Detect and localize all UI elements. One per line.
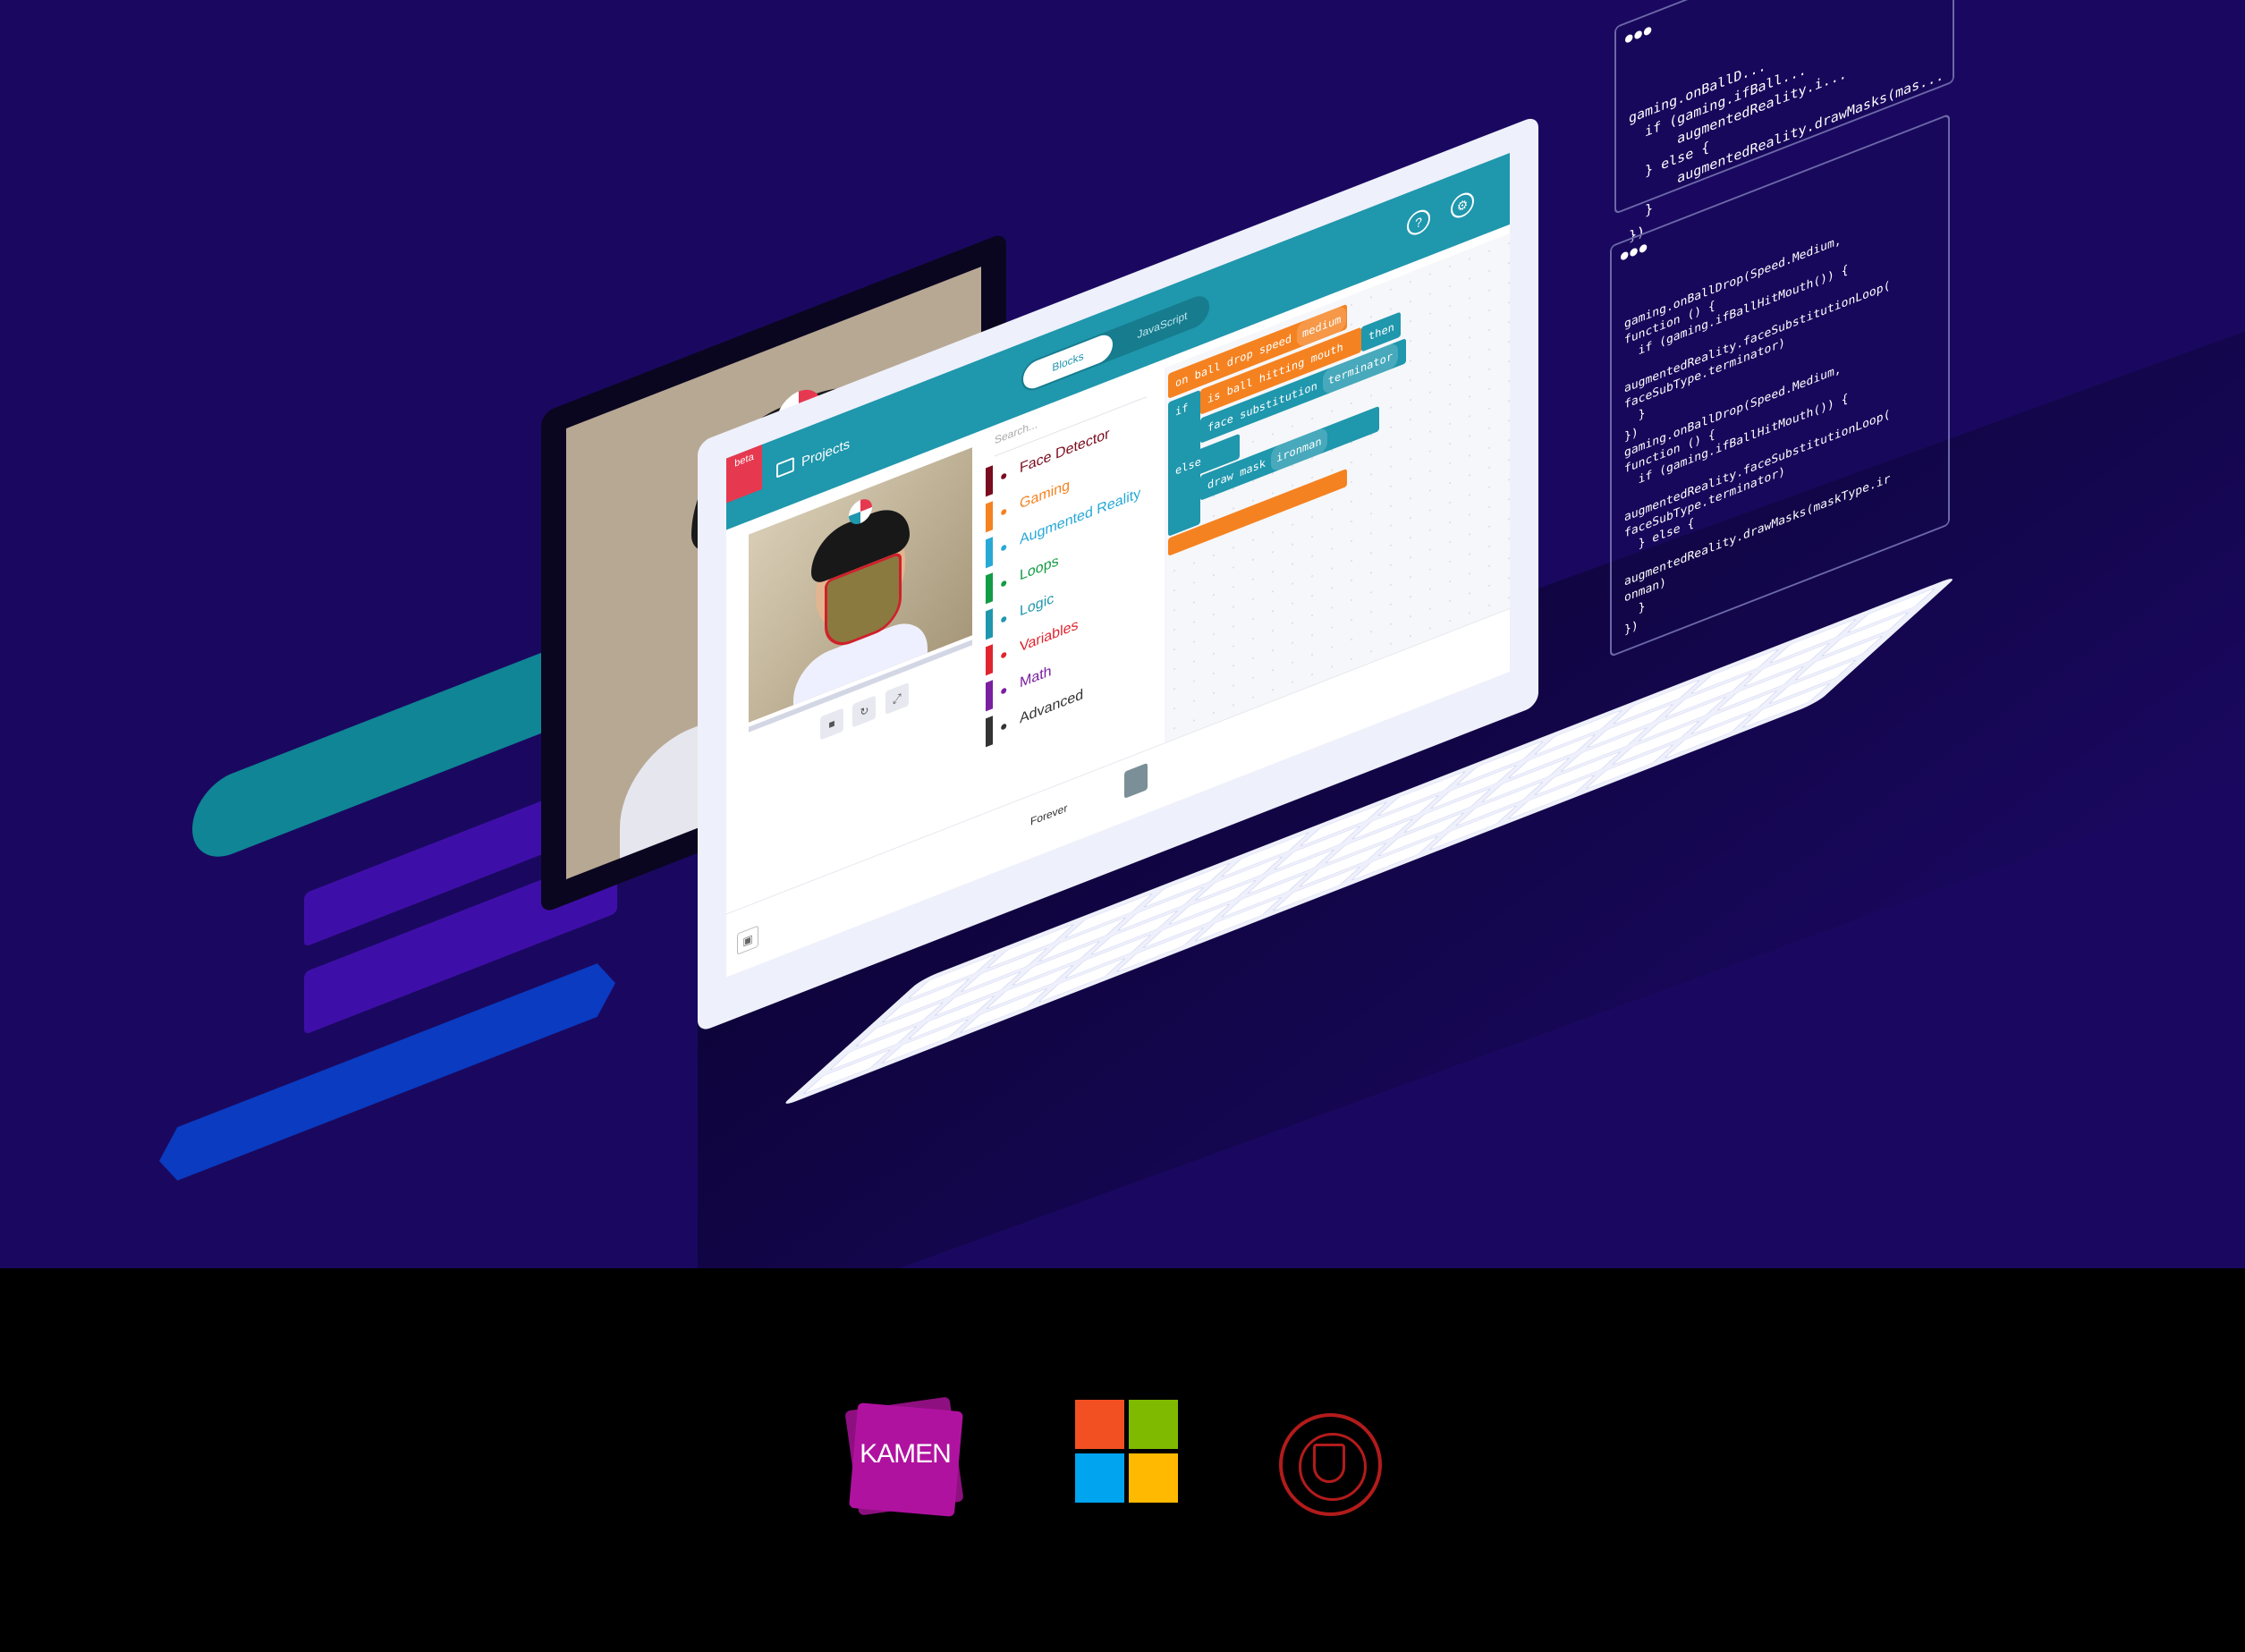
microsoft-logo xyxy=(1075,1400,1178,1503)
blocks-tab[interactable]: Blocks xyxy=(1023,331,1113,394)
category-label: Gaming xyxy=(1020,477,1071,513)
javascript-tab[interactable]: JavaScript xyxy=(1120,295,1205,355)
save-icon[interactable] xyxy=(1124,762,1148,799)
category-label: Math xyxy=(1020,663,1052,691)
gamepad-icon: ● xyxy=(1000,502,1008,521)
ms-square-green xyxy=(1129,1400,1178,1449)
fullscreen-icon[interactable]: ⤢ xyxy=(885,682,909,716)
gear-icon[interactable]: ⚙ xyxy=(1451,189,1474,222)
cornell-seal-logo xyxy=(1279,1413,1382,1516)
shuffle-icon: ● xyxy=(1000,609,1008,628)
help-icon[interactable]: ? xyxy=(1406,206,1430,239)
top-icons: ? ⚙ xyxy=(1391,189,1474,244)
simulator-controls: ■ ↻ ⤢ xyxy=(820,681,914,741)
beta-badge: beta xyxy=(726,444,762,504)
folder-icon xyxy=(776,456,794,479)
window-dots-icon: ●●● xyxy=(1621,239,1649,265)
category-label: Logic xyxy=(1020,590,1055,620)
kamen-logo: KAMEN xyxy=(844,1396,964,1517)
smile-icon: ● xyxy=(1000,538,1008,556)
project-name-field[interactable]: Forever xyxy=(1030,801,1067,828)
stop-icon[interactable]: ■ xyxy=(820,707,843,741)
window-dots-icon: ●●● xyxy=(1625,21,1654,47)
collapse-icon[interactable]: ▣ xyxy=(737,925,758,955)
hero-illustration: beta Projects Blocks JavaScript ? ⚙ ■ ↻ … xyxy=(0,0,2245,1268)
category-label: Loops xyxy=(1020,553,1059,584)
face-icon: ● xyxy=(1000,466,1008,485)
loop-icon: ● xyxy=(1000,573,1008,592)
grid-icon: ● xyxy=(1000,681,1008,699)
ms-square-red xyxy=(1075,1400,1124,1449)
chevron-icon: ● xyxy=(1000,716,1008,735)
projects-label: Projects xyxy=(801,436,851,470)
restart-icon[interactable]: ↻ xyxy=(852,695,877,728)
projects-button[interactable]: Projects xyxy=(776,436,850,480)
ms-square-blue xyxy=(1075,1453,1124,1503)
list-icon: ● xyxy=(1000,645,1008,664)
ms-square-yellow xyxy=(1129,1453,1178,1503)
